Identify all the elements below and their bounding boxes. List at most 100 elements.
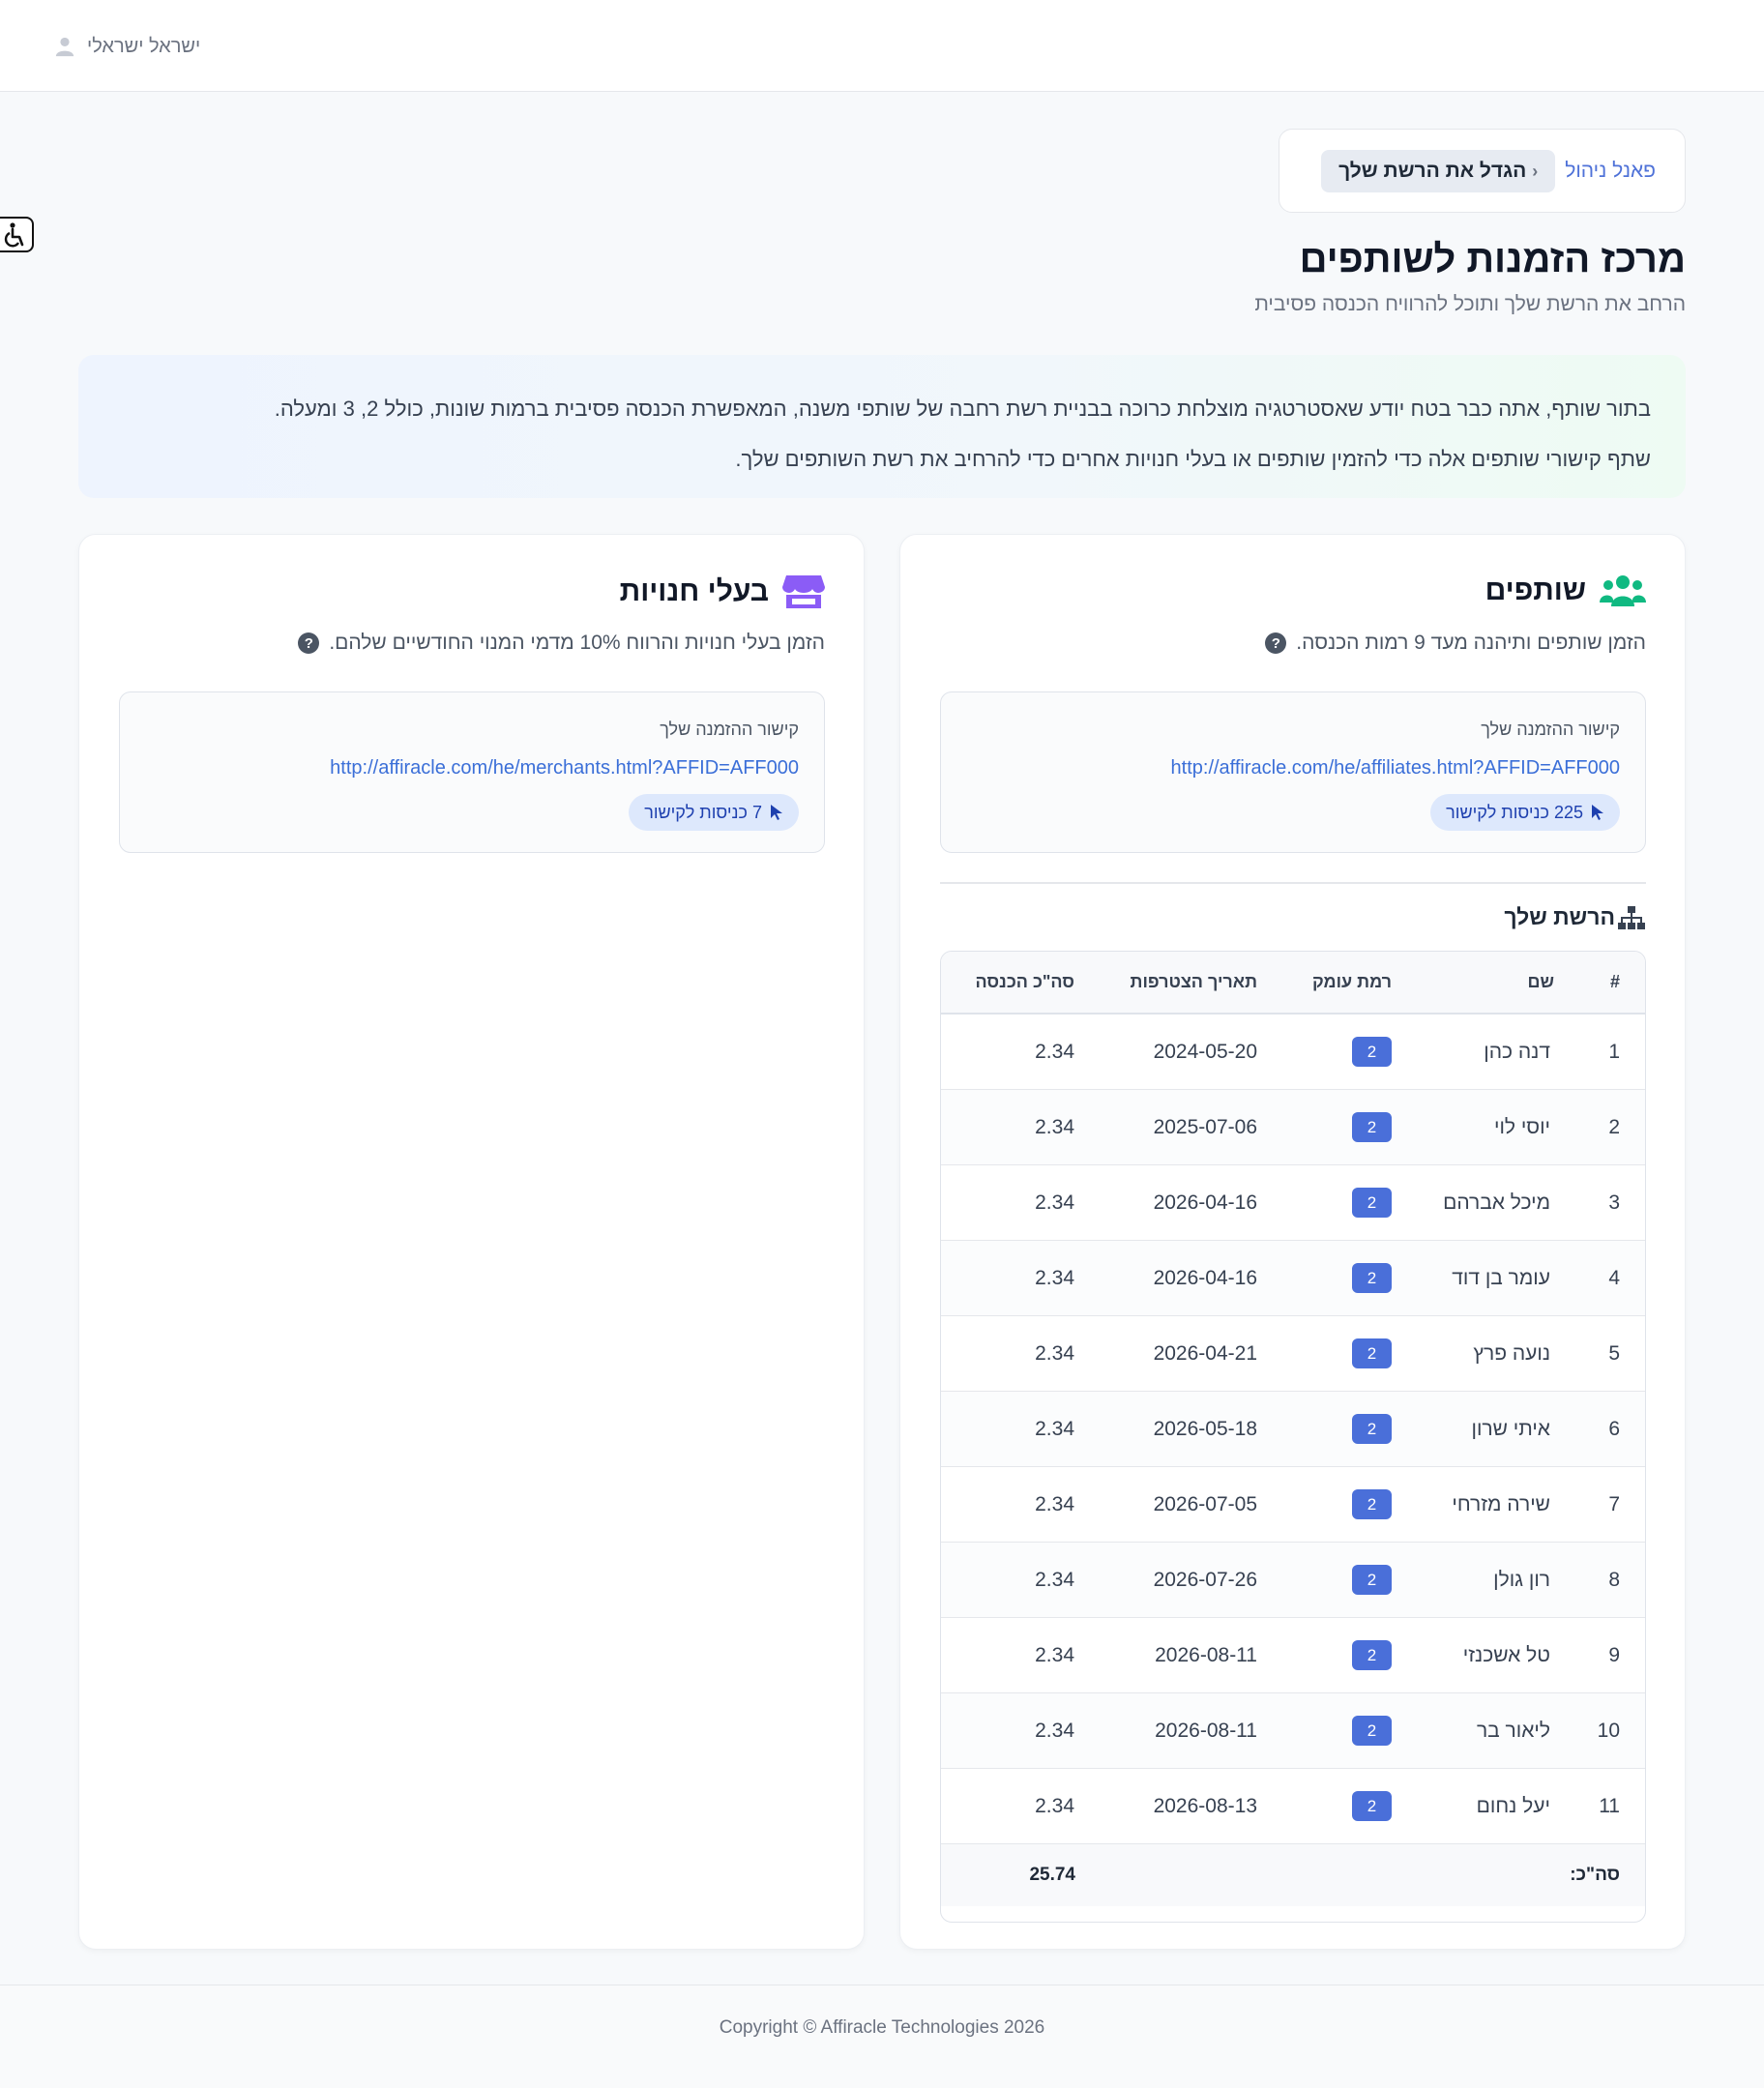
header-name[interactable]: שם bbox=[1528, 952, 1554, 1013]
row-date: 2024-05-20 bbox=[1153, 1040, 1257, 1063]
intro-line-1: בתור שותף, אתה כבר בטח יודע שאסטרטגיה מו… bbox=[274, 397, 1651, 421]
row-depth: 2 bbox=[1352, 1392, 1392, 1466]
affiliates-visits-text: 225 כניסות לקישור bbox=[1446, 802, 1583, 822]
network-header: הרשת שלך bbox=[1504, 904, 1646, 930]
header-depth[interactable]: רמת עומק bbox=[1312, 952, 1392, 1013]
affiliates-card: שותפים הזמן שותפים ותיהנה מעד 9 רמות הכנ… bbox=[899, 534, 1686, 1950]
copyright-text: Copyright © Affiracle Technologies 2026 bbox=[719, 2017, 1045, 2038]
row-total: 2.34 bbox=[1035, 1115, 1074, 1138]
affiliates-invite-link[interactable]: http://affiracle.com/he/affiliates.html?… bbox=[1171, 757, 1620, 779]
row-num: 10 bbox=[1597, 1719, 1620, 1742]
merchants-card-header: בעלי חנויות bbox=[620, 573, 825, 610]
breadcrumb-current: ‹ הגדל את הרשת שלך bbox=[1321, 149, 1556, 192]
row-num: 11 bbox=[1599, 1794, 1620, 1817]
table-row: 9 טל אשכנזי 2 2026-08-11 2.34 bbox=[941, 1618, 1645, 1693]
row-total: 2.34 bbox=[1035, 1341, 1074, 1365]
row-num: 9 bbox=[1608, 1643, 1620, 1666]
cursor-icon bbox=[1592, 805, 1603, 820]
merchants-visits-text: 7 כניסות לקישור bbox=[644, 802, 762, 822]
sitemap-icon bbox=[1618, 905, 1645, 929]
footer-total: 25.74 bbox=[1029, 1865, 1075, 1885]
row-name: רון גולן bbox=[1493, 1568, 1550, 1591]
depth-badge: 2 bbox=[1352, 1037, 1392, 1067]
row-total: 2.34 bbox=[1035, 1643, 1074, 1666]
row-total: 2.34 bbox=[1035, 1492, 1074, 1515]
table-footer-row: סה"כ: 25.74 bbox=[941, 1844, 1645, 1906]
row-num: 5 bbox=[1608, 1341, 1620, 1365]
affiliates-title: שותפים bbox=[1485, 574, 1586, 606]
table-row: 2 יוסי לוי 2 2025-07-06 2.34 bbox=[941, 1090, 1645, 1165]
depth-badge: 2 bbox=[1352, 1565, 1392, 1595]
merchants-invite-link[interactable]: http://affiracle.com/he/merchants.html?A… bbox=[330, 757, 799, 779]
merchants-link-box: קישור ההזמנה שלך http://affiracle.com/he… bbox=[119, 691, 825, 853]
table-row: 1 דנה כהן 2 2024-05-20 2.34 bbox=[941, 1015, 1645, 1090]
row-name: יוסי לוי bbox=[1493, 1115, 1550, 1138]
row-depth: 2 bbox=[1352, 1165, 1392, 1240]
depth-badge: 2 bbox=[1352, 1188, 1392, 1218]
network-table: # שם רמת עומק תאריך הצטרפות סה"כ הכנסה 1… bbox=[940, 951, 1646, 1923]
row-num: 7 bbox=[1608, 1492, 1620, 1515]
breadcrumb-current-label: הגדל את הרשת שלך bbox=[1338, 159, 1527, 182]
row-depth: 2 bbox=[1352, 1693, 1392, 1768]
header-date[interactable]: תאריך הצטרפות bbox=[1131, 952, 1257, 1013]
chevron-left-icon: ‹ bbox=[1532, 161, 1539, 181]
user-menu[interactable]: ישראל ישראלי bbox=[54, 32, 200, 61]
row-num: 2 bbox=[1608, 1115, 1620, 1138]
merchants-link-label: קישור ההזמנה שלך bbox=[660, 720, 799, 739]
row-name: ליאור בר bbox=[1476, 1719, 1550, 1742]
row-num: 3 bbox=[1608, 1191, 1620, 1214]
row-num: 6 bbox=[1608, 1417, 1620, 1440]
depth-badge: 2 bbox=[1352, 1489, 1392, 1519]
row-date: 2026-04-21 bbox=[1153, 1341, 1257, 1365]
cursor-icon bbox=[771, 805, 782, 820]
accessibility-button[interactable] bbox=[0, 217, 34, 252]
affiliates-link-label: קישור ההזמנה שלך bbox=[1481, 720, 1620, 739]
table-row: 11 יעל נחום 2 2026-08-13 2.34 bbox=[941, 1769, 1645, 1844]
users-icon bbox=[1600, 575, 1646, 606]
row-num: 1 bbox=[1608, 1040, 1620, 1063]
row-total: 2.34 bbox=[1035, 1568, 1074, 1591]
row-date: 2026-08-11 bbox=[1155, 1643, 1257, 1666]
row-date: 2026-07-05 bbox=[1153, 1492, 1257, 1515]
depth-badge: 2 bbox=[1352, 1640, 1392, 1670]
affiliates-card-header: שותפים bbox=[1485, 573, 1646, 608]
depth-badge: 2 bbox=[1352, 1414, 1392, 1444]
row-date: 2026-07-26 bbox=[1153, 1568, 1257, 1591]
affiliates-description: הזמן שותפים ותיהנה מעד 9 רמות הכנסה. ? bbox=[1265, 632, 1646, 655]
intro-line-2: שתף קישורי שותפים אלה כדי להזמין שותפים … bbox=[735, 447, 1651, 471]
table-row: 7 שירה מזרחי 2 2026-07-05 2.34 bbox=[941, 1467, 1645, 1543]
network-title: הרשת שלך bbox=[1504, 904, 1615, 929]
table-row: 8 רון גולן 2 2026-07-26 2.34 bbox=[941, 1543, 1645, 1618]
question-circle-icon[interactable]: ? bbox=[1265, 632, 1287, 654]
row-total: 2.34 bbox=[1035, 1417, 1074, 1440]
user-name: ישראל ישראלי bbox=[87, 35, 201, 57]
question-circle-icon[interactable]: ? bbox=[298, 632, 320, 654]
depth-badge: 2 bbox=[1352, 1338, 1392, 1368]
row-total: 2.34 bbox=[1035, 1040, 1074, 1063]
top-bar: ישראל ישראלי bbox=[0, 0, 1764, 92]
row-name: שירה מזרחי bbox=[1452, 1492, 1550, 1515]
table-row: 3 מיכל אברהם 2 2026-04-16 2.34 bbox=[941, 1165, 1645, 1241]
merchants-title: בעלי חנויות bbox=[619, 575, 769, 607]
merchants-card: בעלי חנויות הזמן בעלי חנויות והרווח 10% … bbox=[78, 534, 865, 1950]
row-name: טל אשכנזי bbox=[1462, 1643, 1550, 1666]
breadcrumb-root[interactable]: פאנל ניהול bbox=[1565, 160, 1656, 183]
table-header-row: # שם רמת עומק תאריך הצטרפות סה"כ הכנסה bbox=[941, 952, 1645, 1015]
row-date: 2026-04-16 bbox=[1153, 1266, 1257, 1289]
row-depth: 2 bbox=[1352, 1618, 1392, 1692]
header-num[interactable]: # bbox=[1610, 952, 1620, 1013]
row-date: 2025-07-06 bbox=[1153, 1115, 1257, 1138]
row-name: יעל נחום bbox=[1476, 1794, 1550, 1817]
merchants-description: הזמן בעלי חנויות והרווח 10% מדמי המנוי ה… bbox=[298, 632, 825, 655]
row-date: 2026-05-18 bbox=[1153, 1417, 1257, 1440]
breadcrumb: פאנל ניהול ‹ הגדל את הרשת שלך bbox=[1279, 129, 1686, 213]
footer-label: סה"כ: bbox=[1570, 1865, 1620, 1885]
header-total[interactable]: סה"כ הכנסה bbox=[976, 952, 1075, 1013]
store-icon bbox=[782, 575, 825, 608]
row-date: 2026-08-11 bbox=[1155, 1719, 1257, 1742]
row-depth: 2 bbox=[1352, 1090, 1392, 1164]
affiliates-visits-badge: 225 כניסות לקישור bbox=[1430, 794, 1620, 831]
affiliates-description-text: הזמן שותפים ותיהנה מעד 9 רמות הכנסה. bbox=[1296, 632, 1646, 654]
page-title: מרכז הזמנות לשותפים bbox=[1299, 238, 1686, 280]
row-total: 2.34 bbox=[1035, 1191, 1074, 1214]
